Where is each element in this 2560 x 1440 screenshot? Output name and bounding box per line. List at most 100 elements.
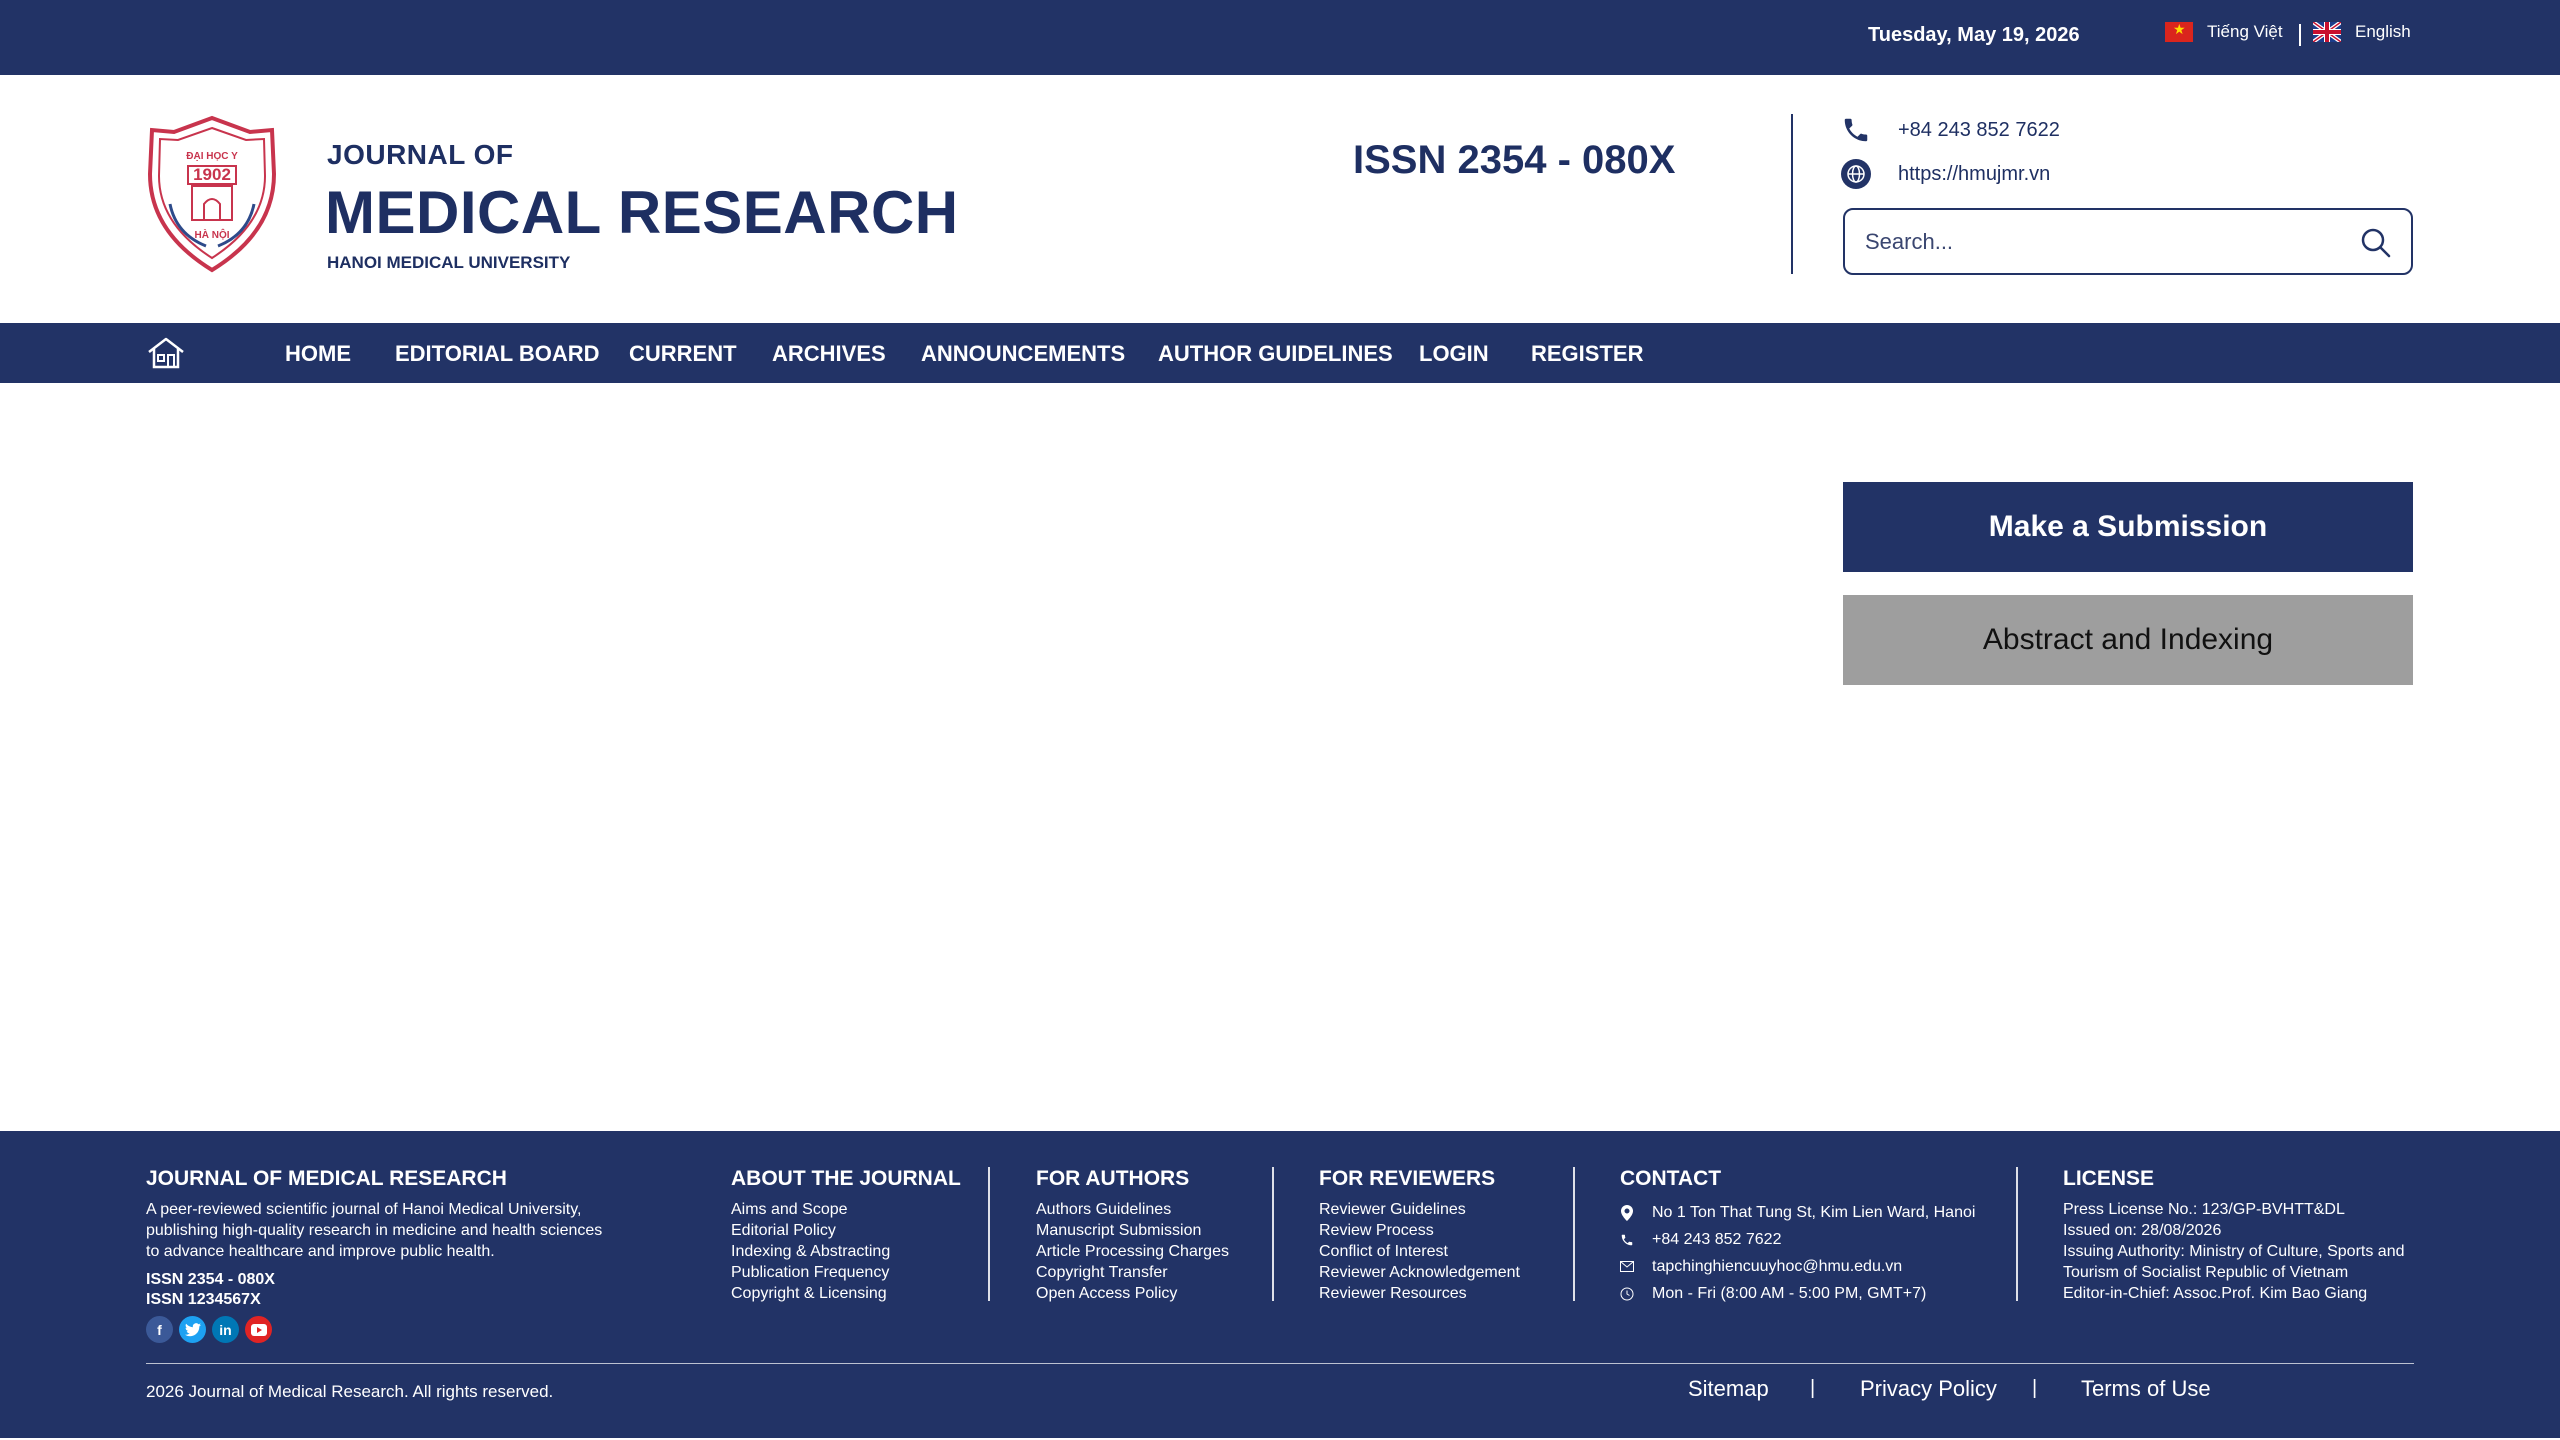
clock-icon [1620, 1287, 1634, 1301]
footer-legal-separator: | [1810, 1377, 1816, 1399]
nav-author-guidelines[interactable]: AUTHOR GUIDELINES [1158, 341, 1393, 367]
footer-license-title: LICENSE [2063, 1167, 2155, 1190]
footer-divider [1272, 1167, 1274, 1301]
logo-year: 1902 [193, 165, 231, 184]
make-submission-button[interactable]: Make a Submission [1843, 482, 2413, 572]
home-icon[interactable] [146, 336, 186, 370]
header-phone[interactable]: +84 243 852 7622 [1840, 114, 2060, 146]
language-english-label: English [2355, 22, 2411, 41]
terms-of-use-link[interactable]: Terms of Use [2081, 1376, 2211, 1402]
footer-journal-title: JOURNAL OF MEDICAL RESEARCH [146, 1167, 507, 1190]
globe-icon [1840, 158, 1872, 190]
footer-link[interactable]: Copyright & Licensing [731, 1283, 961, 1304]
nav-home[interactable]: HOME [285, 341, 351, 367]
footer-contact-column: CONTACT No 1 Ton That Tung St, Kim Lien … [1620, 1167, 1975, 1307]
footer-about-column: JOURNAL OF MEDICAL RESEARCH A peer-revie… [146, 1167, 666, 1343]
top-bar: Tuesday, May 19, 2026 Tiếng Việt English [0, 0, 2560, 75]
uk-flag-icon [2313, 22, 2341, 42]
search-input[interactable] [1865, 222, 2335, 262]
footer-divider [1573, 1167, 1575, 1301]
footer-link[interactable]: Review Process [1319, 1220, 1520, 1241]
footer-description-line: publishing high-quality research in medi… [146, 1222, 603, 1239]
nav-login[interactable]: LOGIN [1419, 341, 1489, 367]
footer-legal-separator: | [2032, 1377, 2038, 1399]
nav-archives[interactable]: ARCHIVES [772, 341, 886, 367]
footer-license-line: Issued on: 28/08/2026 [2063, 1222, 2222, 1239]
footer-hours: Mon - Fri (8:00 AM - 5:00 PM, GMT+7) [1620, 1280, 1975, 1307]
footer-license-line: Tourism of Socialist Republic of Vietnam [2063, 1264, 2349, 1281]
privacy-policy-link[interactable]: Privacy Policy [1860, 1376, 1997, 1402]
location-icon [1620, 1204, 1634, 1221]
abstract-indexing-button[interactable]: Abstract and Indexing [1843, 595, 2413, 685]
footer-link[interactable]: Reviewer Acknowledgement [1319, 1262, 1520, 1283]
footer-for-authors-column: FOR AUTHORS Authors Guidelines Manuscrip… [1036, 1167, 1229, 1304]
footer-address: No 1 Ton That Tung St, Kim Lien Ward, Ha… [1620, 1199, 1975, 1226]
logo-text-top: ĐẠI HỌC Y [186, 151, 238, 162]
footer-description-line: to advance healthcare and improve public… [146, 1243, 495, 1260]
nav-editorial-board[interactable]: EDITORIAL BOARD [395, 341, 600, 367]
footer-hours-text: Mon - Fri (8:00 AM - 5:00 PM, GMT+7) [1652, 1285, 1927, 1302]
language-vietnamese[interactable]: Tiếng Việt [2165, 22, 2283, 42]
header-divider [1791, 114, 1793, 274]
phone-icon [1840, 114, 1872, 146]
footer-license-line: Editor-in-Chief: Assoc.Prof. Kim Bao Gia… [2063, 1285, 2368, 1302]
facebook-icon[interactable]: f [146, 1316, 173, 1343]
footer-divider [2016, 1167, 2018, 1301]
social-links: f in [146, 1316, 666, 1343]
journal-title-small: JOURNAL OF [327, 139, 514, 170]
footer-about-journal-title: ABOUT THE JOURNAL [731, 1167, 961, 1190]
main-navigation: HOME EDITORIAL BOARD CURRENT ARCHIVES AN… [0, 323, 2560, 383]
footer-link[interactable]: Copyright Transfer [1036, 1262, 1229, 1283]
university-logo[interactable]: ĐẠI HỌC Y 1902 HÀ NỘI [146, 114, 278, 274]
footer-link[interactable]: Publication Frequency [731, 1262, 961, 1283]
footer-about-journal-column: ABOUT THE JOURNAL Aims and Scope Editori… [731, 1167, 961, 1304]
footer-link[interactable]: Editorial Policy [731, 1220, 961, 1241]
language-english[interactable]: English [2313, 22, 2411, 42]
university-name: HANOI MEDICAL UNIVERSITY [327, 253, 571, 272]
footer-link[interactable]: Reviewer Guidelines [1319, 1199, 1520, 1220]
nav-current[interactable]: CURRENT [629, 341, 737, 367]
nav-announcements[interactable]: ANNOUNCEMENTS [921, 341, 1125, 367]
footer-contact-title: CONTACT [1620, 1167, 1722, 1190]
issn-number: ISSN 2354 - 080X [1353, 138, 1676, 182]
footer-link[interactable]: Indexing & Abstracting [731, 1241, 961, 1262]
footer-for-reviewers-title: FOR REVIEWERS [1319, 1167, 1496, 1190]
sitemap-link[interactable]: Sitemap [1688, 1376, 1769, 1402]
footer-phone-text: +84 243 852 7622 [1652, 1231, 1782, 1248]
current-date: Tuesday, May 19, 2026 [1868, 24, 2080, 46]
footer-issn: ISSN 1234567X [146, 1291, 261, 1308]
footer-license-column: LICENSE Press License No.: 123/GP-BVHTT&… [2063, 1167, 2404, 1304]
phone-icon [1620, 1233, 1634, 1247]
footer-link[interactable]: Article Processing Charges [1036, 1241, 1229, 1262]
header-website-text: https://hmujmr.vn [1898, 162, 2051, 185]
nav-register[interactable]: REGISTER [1531, 341, 1643, 367]
language-divider [2299, 24, 2301, 46]
footer-link[interactable]: Open Access Policy [1036, 1283, 1229, 1304]
copyright-text: 2026 Journal of Medical Research. All ri… [146, 1382, 554, 1401]
search-box [1843, 208, 2413, 275]
header-website[interactable]: https://hmujmr.vn [1840, 158, 2050, 190]
footer-link[interactable]: Authors Guidelines [1036, 1199, 1229, 1220]
footer-link[interactable]: Aims and Scope [731, 1199, 961, 1220]
footer-description-line: A peer-reviewed scientific journal of Ha… [146, 1201, 582, 1218]
footer-for-authors-title: FOR AUTHORS [1036, 1167, 1190, 1190]
header-phone-text: +84 243 852 7622 [1898, 118, 2060, 141]
logo-text-bottom: HÀ NỘI [195, 228, 230, 241]
youtube-icon[interactable] [245, 1316, 272, 1343]
footer-license-line: Issuing Authority: Ministry of Culture, … [2063, 1243, 2405, 1260]
footer-link[interactable]: Manuscript Submission [1036, 1220, 1229, 1241]
journal-title-main: MEDICAL RESEARCH [325, 179, 959, 246]
footer-license-line: Press License No.: 123/GP-BVHTT&DL [2063, 1201, 2345, 1218]
footer-link[interactable]: Conflict of Interest [1319, 1241, 1520, 1262]
footer-email-text: tapchinghiencuuyhoc@hmu.edu.vn [1652, 1258, 1903, 1275]
footer-divider [988, 1167, 990, 1301]
footer-email[interactable]: tapchinghiencuuyhoc@hmu.edu.vn [1620, 1253, 1975, 1280]
search-icon[interactable] [2359, 226, 2393, 260]
footer-rule [146, 1363, 2414, 1364]
footer-issn: ISSN 2354 - 080X [146, 1271, 275, 1288]
footer-phone[interactable]: +84 243 852 7622 [1620, 1226, 1975, 1253]
linkedin-icon[interactable]: in [212, 1316, 239, 1343]
language-vietnamese-label: Tiếng Việt [2207, 22, 2283, 41]
twitter-icon[interactable] [179, 1316, 206, 1343]
footer-link[interactable]: Reviewer Resources [1319, 1283, 1520, 1304]
